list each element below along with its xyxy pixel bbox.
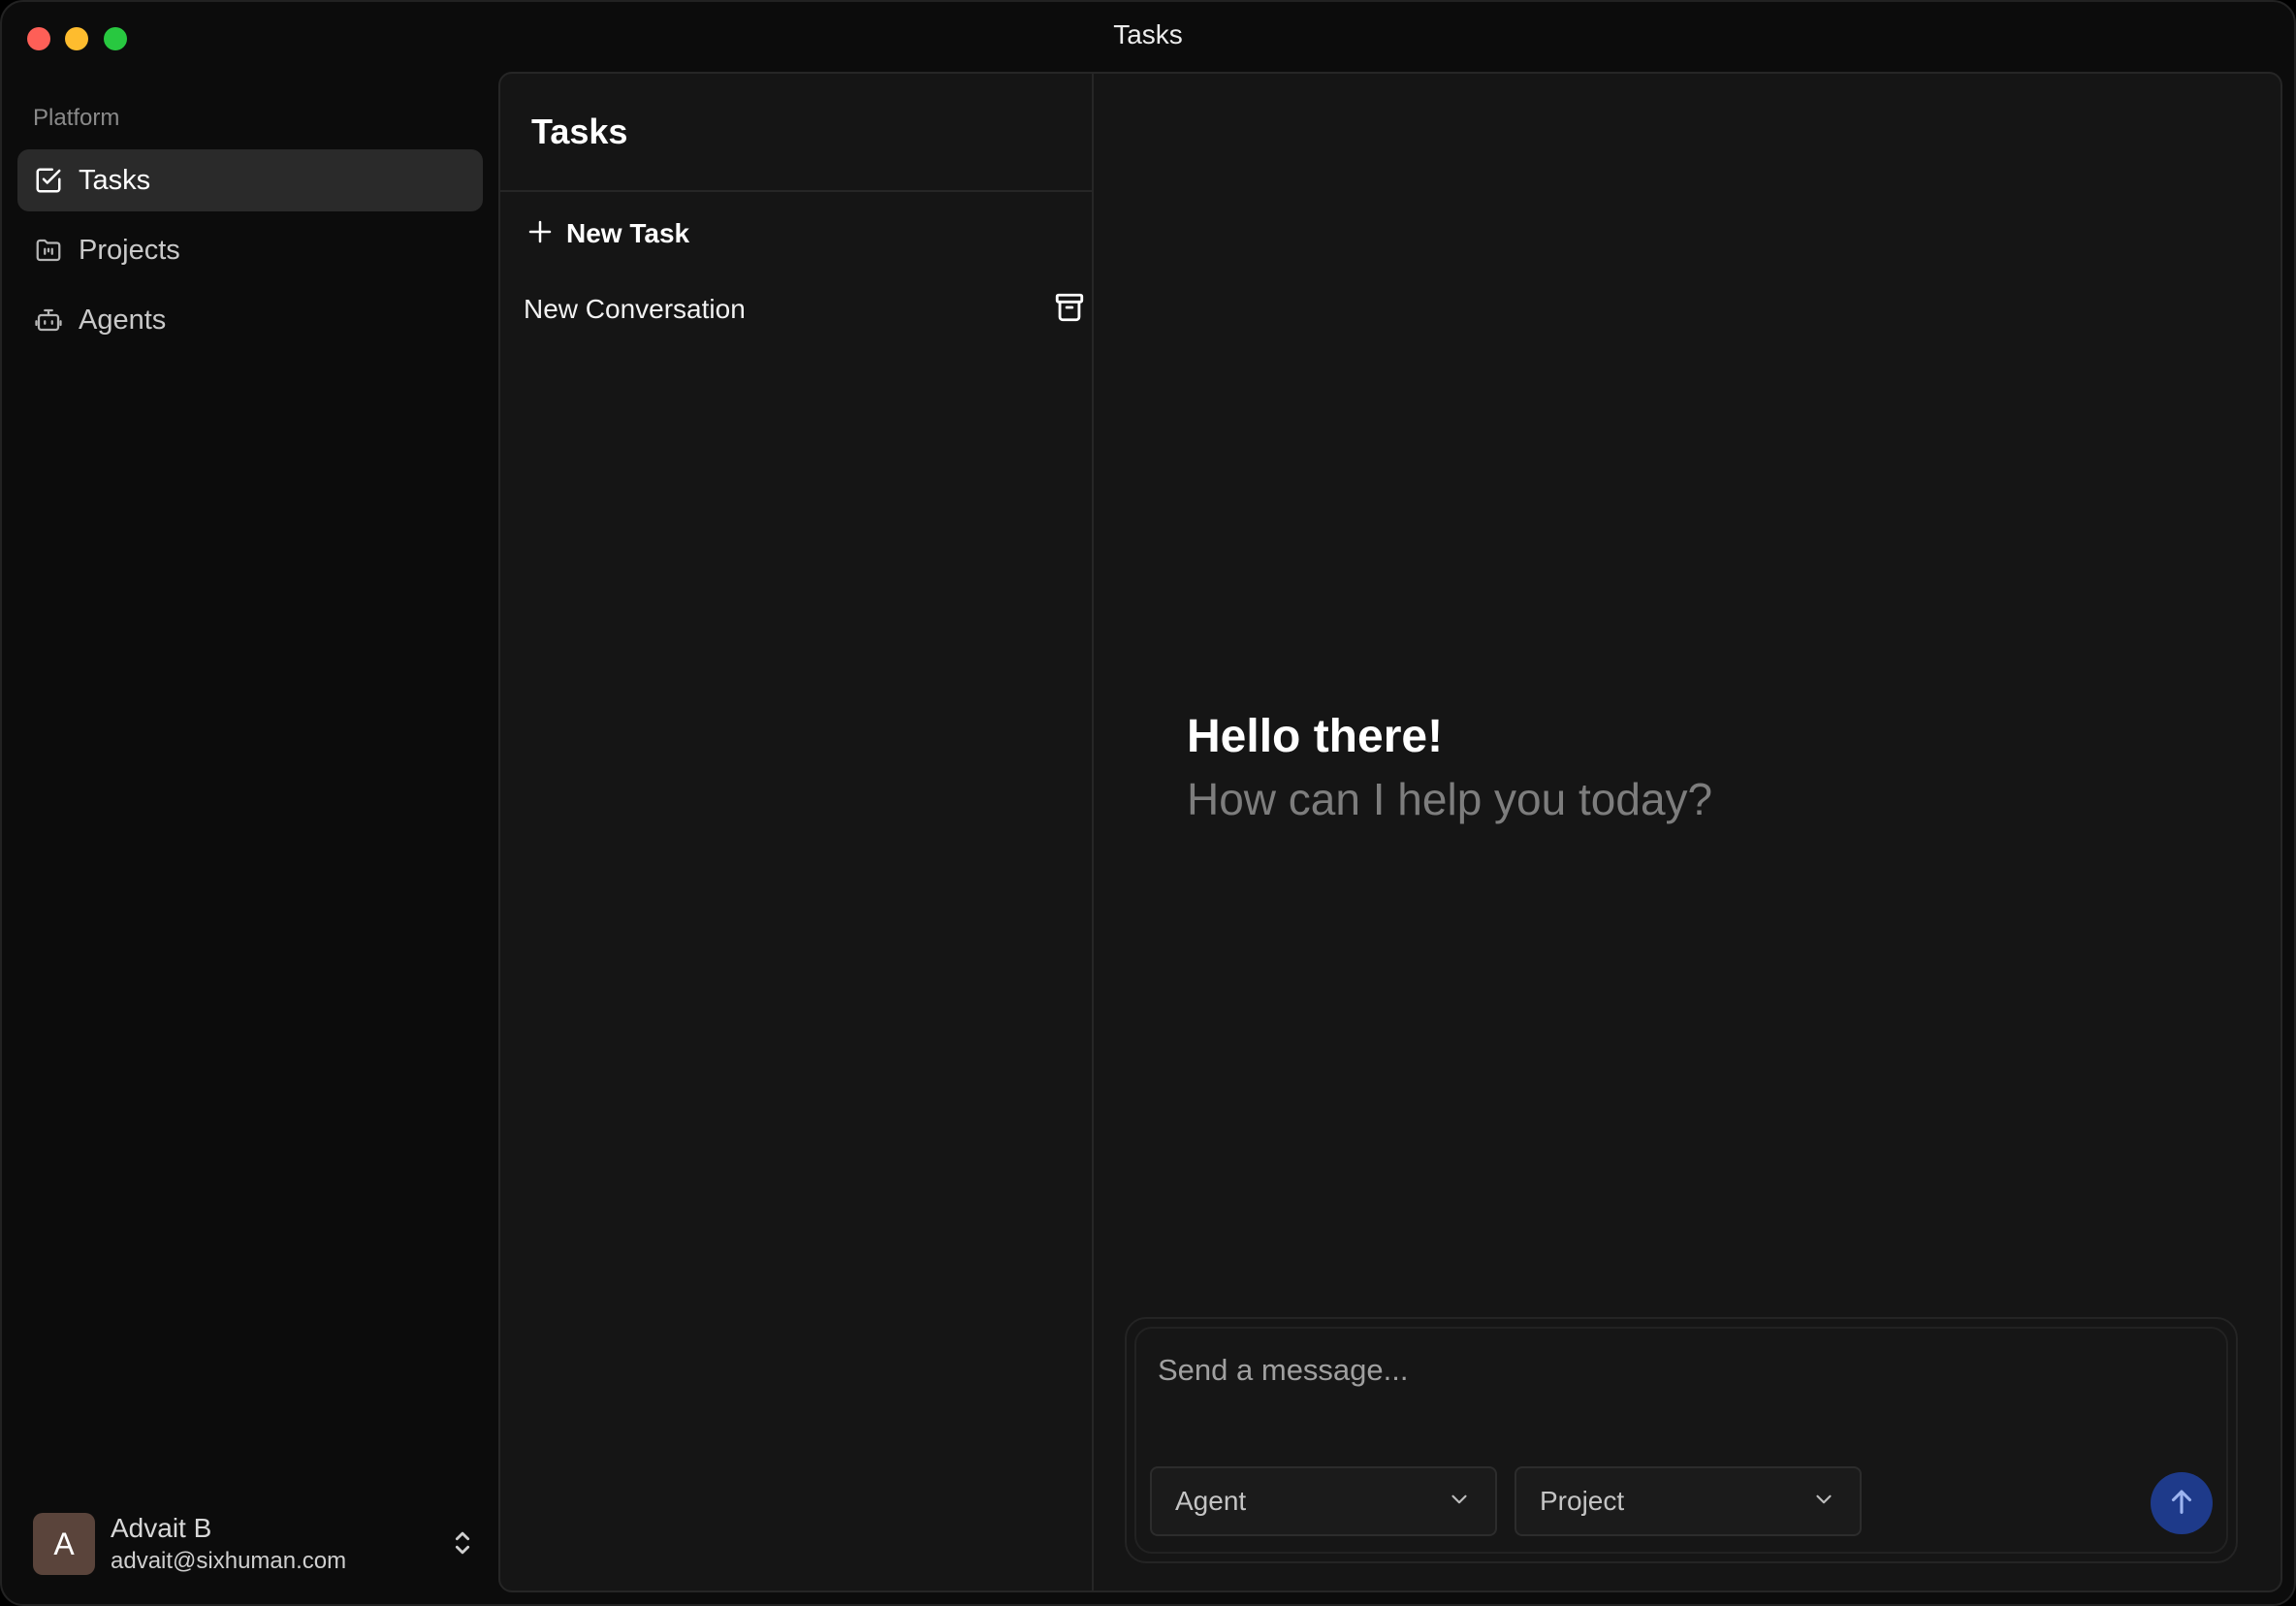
user-name: Advait B (111, 1513, 212, 1543)
sidebar-item-agents[interactable]: Agents (17, 289, 483, 351)
agent-select-label: Agent (1175, 1486, 1247, 1516)
greeting-title: Hello there! (1187, 711, 1444, 762)
chevron-down-icon (1447, 1487, 1472, 1517)
arrow-up-icon (2165, 1485, 2198, 1523)
new-task-label: New Task (566, 218, 690, 248)
project-select-label: Project (1540, 1486, 1625, 1516)
sidebar-item-label: Projects (79, 234, 180, 266)
chevrons-up-down-icon (446, 1526, 479, 1564)
conversation-label: New Conversation (524, 294, 746, 324)
sidebar-item-label: Tasks (79, 164, 151, 196)
folder-icon (33, 235, 64, 266)
project-select[interactable]: Project (1515, 1466, 1862, 1536)
send-button[interactable] (2151, 1472, 2213, 1534)
page-title: Tasks (531, 112, 628, 151)
user-email: advait@sixhuman.com (111, 1548, 347, 1574)
sidebar-item-projects[interactable]: Projects (17, 219, 483, 281)
chevron-down-icon (1811, 1487, 1836, 1517)
plus-icon (526, 217, 555, 251)
avatar: A (33, 1513, 95, 1575)
conversation-item[interactable]: New Conversation (524, 285, 1086, 334)
main-panel: Tasks New Task New Conversation Hello th… (498, 72, 2282, 1592)
new-task-button[interactable]: New Task (526, 209, 689, 258)
message-input[interactable] (1158, 1346, 2127, 1395)
user-account-menu[interactable]: A Advait B advait@sixhuman.com (33, 1513, 479, 1575)
window-title: Tasks (1113, 19, 1183, 49)
greeting-subtitle: How can I help you today? (1187, 774, 1713, 824)
sidebar-item-label: Agents (79, 304, 167, 336)
composer-box: Agent Project (1134, 1327, 2228, 1554)
sidebar-section-label: Platform (33, 105, 120, 131)
greeting: Hello there! How can I help you today? (1187, 710, 1712, 825)
title-bar: Tasks (2, 2, 2294, 72)
sidebar: Platform Tasks Projects Agents A Advait … (2, 72, 494, 1604)
agent-select[interactable]: Agent (1150, 1466, 1497, 1536)
sidebar-item-tasks[interactable]: Tasks (17, 149, 483, 211)
robot-icon (33, 305, 64, 336)
task-list-header: Tasks (500, 74, 1092, 192)
task-list-panel: Tasks New Task New Conversation (500, 74, 1094, 1590)
checkbox-icon (33, 165, 64, 196)
app-window: Tasks Platform Tasks Projects Agents A A… (0, 0, 2296, 1606)
archive-icon[interactable] (1053, 291, 1086, 329)
chat-panel: Hello there! How can I help you today? A… (1094, 74, 2280, 1590)
message-composer: Agent Project (1125, 1317, 2238, 1563)
